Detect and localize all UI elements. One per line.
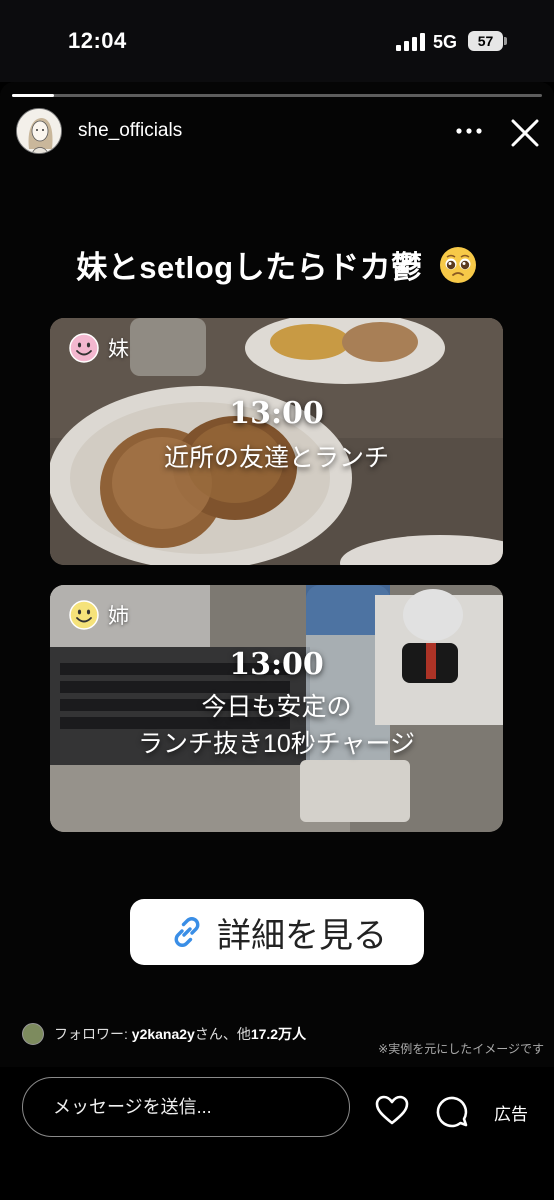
panel-caption: 今日も安定の ランチ抜き10秒チャージ xyxy=(50,689,503,763)
panel-tag: 妹 xyxy=(68,332,129,364)
disclaimer-text: ※実例を元にしたイメージです xyxy=(378,1042,544,1056)
panel-caption-line: ランチ抜き10秒チャージ xyxy=(137,730,416,758)
panel-caption-line: 近所の友達とランチ xyxy=(163,444,389,472)
comment-icon[interactable] xyxy=(434,1093,470,1129)
panel-time: 13:00 xyxy=(229,396,324,431)
bottom-bar: 広告 xyxy=(0,1067,554,1200)
panel-tag: 姉 xyxy=(68,599,129,631)
sponsored-label: 広告 xyxy=(494,1105,528,1124)
follower-info: フォロワー: y2kana2yさん、他17.2万人 xyxy=(22,1022,306,1046)
battery-tip xyxy=(504,37,507,45)
story-card[interactable]: she_officials 妹とsetlogしたらドカ鬱 妹 13:00 近所の… xyxy=(0,82,554,1067)
story-headline: 妹とsetlogしたらドカ鬱 xyxy=(0,242,554,287)
message-input[interactable] xyxy=(22,1077,350,1137)
see-details-button[interactable]: 詳細を見る xyxy=(130,899,424,965)
panel-tag-label: 姉 xyxy=(108,605,129,628)
status-bar: 12:04 5G 57 xyxy=(0,0,554,82)
follower-suffix: さん、他 xyxy=(194,1026,251,1042)
see-details-label: 詳細を見る xyxy=(217,916,387,955)
follower-count: 17.2万人 xyxy=(250,1026,307,1042)
close-icon[interactable] xyxy=(506,114,544,152)
heart-icon[interactable] xyxy=(374,1094,410,1126)
signal-strength-icon xyxy=(396,33,425,51)
panel-caption-line: 今日も安定の xyxy=(201,693,352,721)
panel-time: 13:00 xyxy=(229,647,324,682)
more-options-icon[interactable] xyxy=(452,116,486,146)
follower-avatar xyxy=(22,1023,44,1045)
follower-prefix: フォロワー: xyxy=(54,1026,132,1042)
pleading-face-icon xyxy=(439,246,476,283)
headline-text: 妹とsetlogしたらドカ鬱 xyxy=(76,250,423,285)
link-icon xyxy=(174,917,200,947)
battery-icon: 57 xyxy=(468,31,508,51)
network-label: 5G xyxy=(433,32,458,52)
panel-caption: 近所の友達とランチ xyxy=(50,440,503,477)
avatar-illustration xyxy=(17,109,61,153)
avatar[interactable] xyxy=(16,108,62,154)
photo-panel-younger-sister: 妹 13:00 近所の友達とランチ xyxy=(50,318,503,565)
photo-panel-older-sister: 姉 13:00 今日も安定の ランチ抜き10秒チャージ xyxy=(50,585,503,832)
battery-level: 57 xyxy=(468,31,503,51)
panel-tag-label: 妹 xyxy=(108,338,129,361)
follower-text: フォロワー: y2kana2yさん、他17.2万人 xyxy=(54,1024,306,1044)
smiley-icon-yellow xyxy=(69,600,99,630)
follower-name: y2kana2y xyxy=(131,1026,195,1042)
story-progress-bar xyxy=(12,94,542,97)
smiley-icon-pink xyxy=(69,333,99,363)
story-progress-fill xyxy=(12,94,55,97)
status-time: 12:04 xyxy=(68,28,127,53)
account-username[interactable]: she_officials xyxy=(78,120,182,142)
